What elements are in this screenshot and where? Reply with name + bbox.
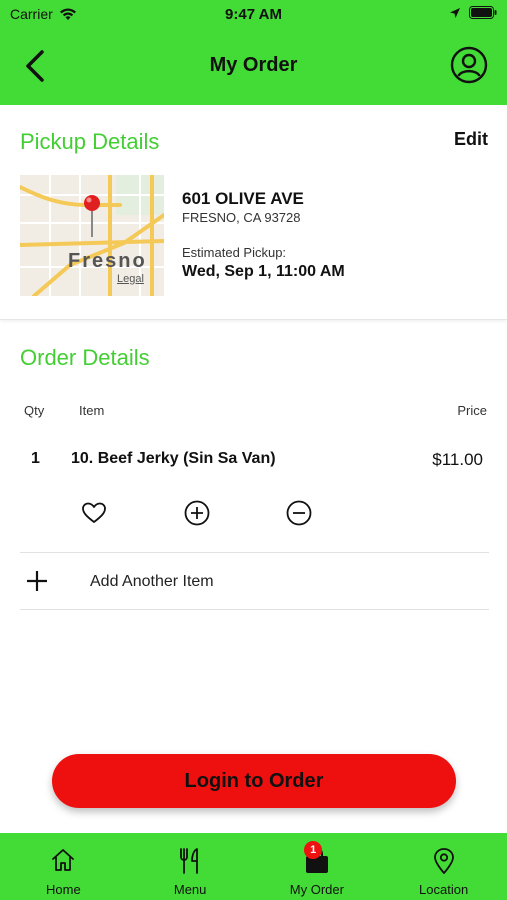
status-bar: Carrier 9:47 AM [0, 0, 507, 30]
location-pin-icon [433, 848, 454, 874]
edit-button[interactable]: Edit [454, 129, 488, 150]
nav-bar: My Order [0, 30, 507, 105]
decrease-quantity-icon[interactable] [285, 499, 313, 527]
map-pin-icon [84, 195, 100, 237]
tab-my-order-label: My Order [289, 882, 344, 897]
item-column-header: Item [79, 403, 105, 418]
tab-menu-label: Menu [173, 882, 207, 897]
pickup-details-title: Pickup Details [20, 129, 160, 154]
estimated-pickup-value: Wed, Sep 1, 11:00 AM [182, 263, 345, 280]
address-line-1: 601 OLIVE AVE [182, 189, 304, 208]
tab-home-label: Home [46, 882, 81, 897]
estimated-pickup-label: Estimated Pickup: [182, 245, 287, 260]
divider [20, 552, 489, 553]
tab-location[interactable]: Location [380, 833, 507, 900]
price-column-header: Price [457, 403, 487, 418]
item-quantity: 1 [31, 450, 40, 467]
add-another-item-button[interactable]: Add Another Item [20, 560, 489, 606]
address-line-2: FRESNO, CA 93728 [182, 210, 301, 225]
utensils-icon [180, 848, 199, 874]
battery-icon [469, 6, 497, 19]
location-arrow-icon [450, 7, 460, 18]
qty-column-header: Qty [24, 403, 45, 418]
tab-my-order[interactable]: 1 My Order [254, 833, 381, 900]
favorite-heart-icon[interactable] [80, 499, 108, 527]
map-legal-link[interactable]: Legal [117, 273, 144, 285]
map-city-label: Fresno [68, 250, 147, 272]
pickup-map[interactable]: Fresno Legal [20, 175, 164, 296]
login-to-order-button[interactable]: Login to Order [52, 754, 456, 808]
item-price: $11.00 [432, 450, 483, 469]
pickup-details-card: Pickup Details Edit Fresno Legal 601 OLI… [0, 105, 507, 320]
status-right [449, 6, 497, 19]
item-name: 10. Beef Jerky (Sin Sa Van) [71, 450, 276, 467]
tab-bar: Home Menu 1 My Order Location [0, 833, 507, 900]
home-icon [52, 849, 75, 871]
divider [20, 609, 489, 610]
increase-quantity-icon[interactable] [183, 499, 211, 527]
tab-menu[interactable]: Menu [127, 833, 254, 900]
order-details-title: Order Details [20, 345, 150, 370]
plus-icon [27, 571, 47, 591]
profile-icon[interactable] [450, 46, 488, 84]
tab-home[interactable]: Home [0, 833, 127, 900]
tab-location-label: Location [419, 882, 469, 897]
page-title: My Order [209, 54, 298, 76]
status-time: 9:47 AM [225, 6, 282, 23]
add-another-item-label: Add Another Item [90, 573, 214, 590]
